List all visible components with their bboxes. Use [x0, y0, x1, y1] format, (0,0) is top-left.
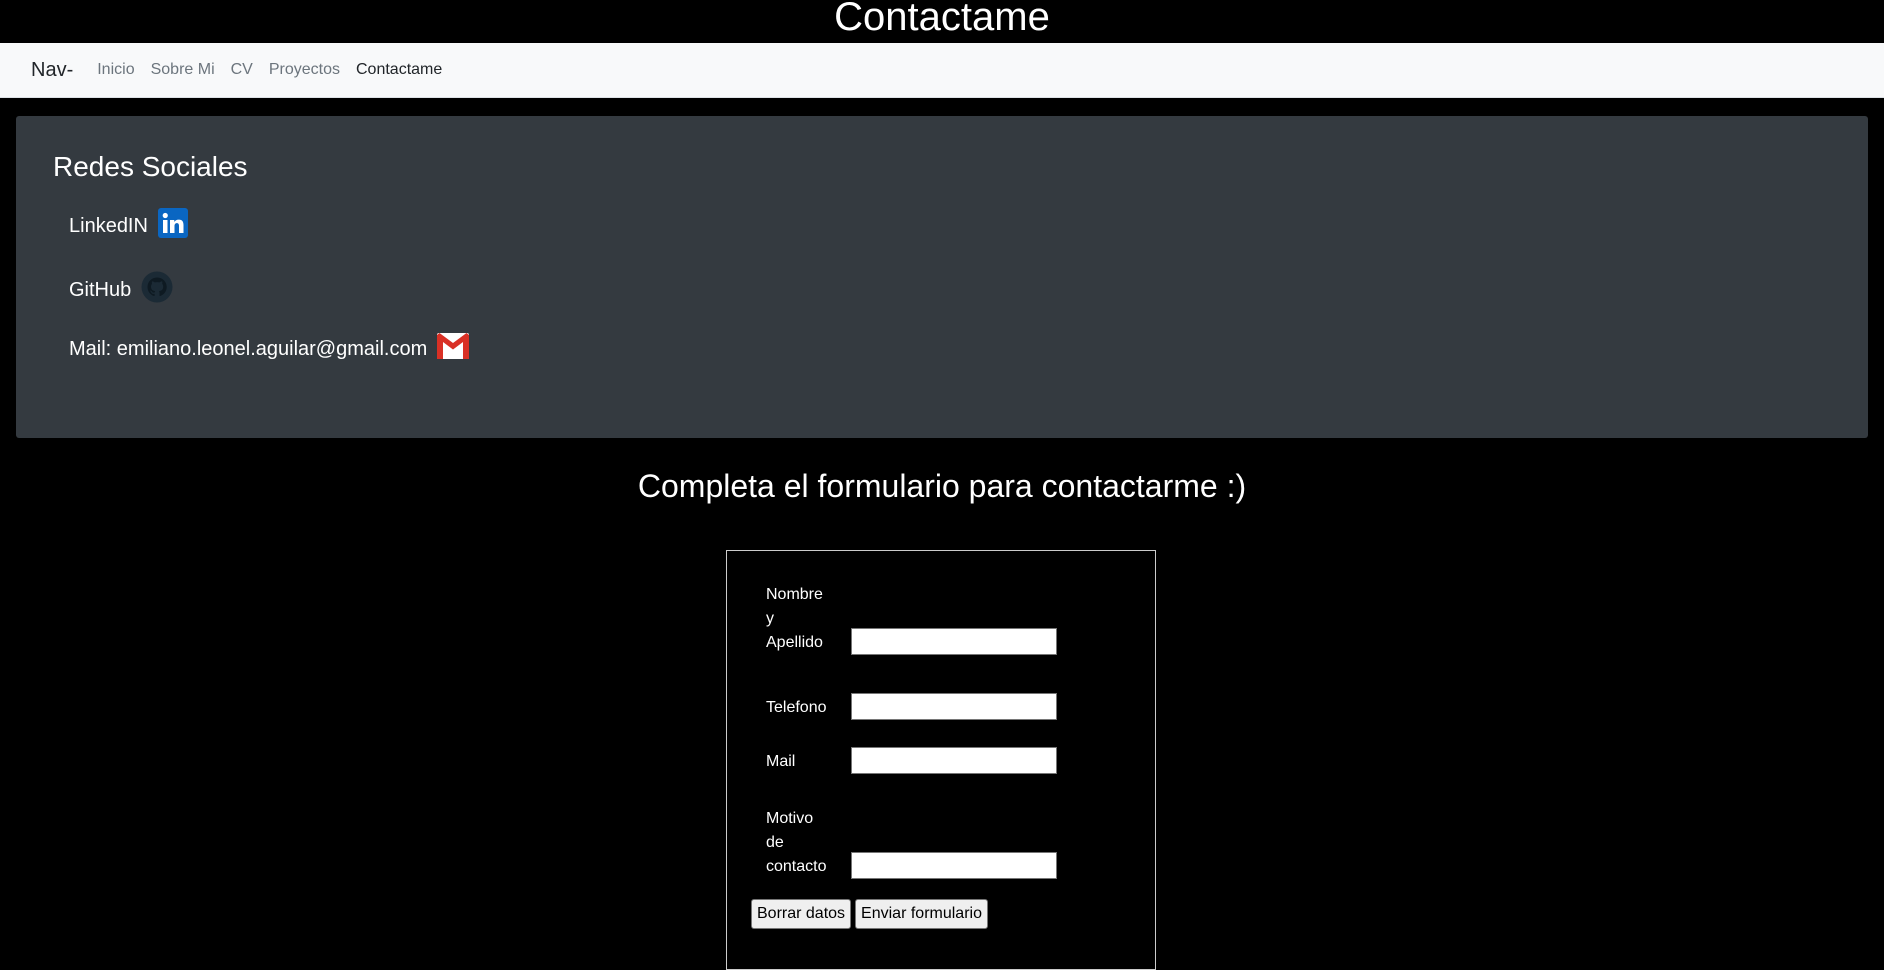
social-item-mail: Mail: emiliano.leonel.aguilar@gmail.com: [69, 333, 470, 365]
reset-button[interactable]: Borrar datos: [751, 899, 852, 929]
form-row-mail: Mail: [766, 747, 1057, 774]
page-title: Contactame: [834, 0, 1050, 39]
social-panel: Redes Sociales LinkedIN GitHub Mail: emi…: [16, 116, 1868, 438]
contact-form: Nombre y Apellido Telefono Mail Motivo d…: [726, 550, 1156, 970]
form-row-reason: Motivo de contacto: [766, 807, 1057, 879]
reason-label-line: contacto: [766, 858, 827, 875]
name-input[interactable]: [851, 628, 1057, 655]
name-label-line: Apellido: [766, 634, 823, 651]
mail-label: Mail: emiliano.leonel.aguilar@gmail.com: [69, 337, 428, 360]
reason-label-line: de: [766, 834, 784, 851]
nav-link-sobre-mi[interactable]: Sobre Mi: [151, 61, 215, 79]
social-item-github: GitHub: [69, 271, 173, 309]
phone-input[interactable]: [851, 693, 1057, 720]
reason-label-line: Motivo: [766, 810, 814, 827]
name-label: Nombre y Apellido: [766, 583, 851, 655]
submit-button[interactable]: Enviar formulario: [855, 899, 988, 929]
navbar: Nav- Inicio Sobre Mi CV Proyectos Contac…: [0, 43, 1884, 98]
nav-link-proyectos[interactable]: Proyectos: [269, 61, 340, 79]
name-label-line: Nombre: [766, 586, 823, 603]
github-label: GitHub: [69, 278, 132, 301]
mail-input[interactable]: [851, 747, 1057, 774]
form-title: Completa el formulario para contactarme …: [637, 468, 1247, 504]
form-row-phone: Telefono: [766, 693, 1057, 720]
github-icon[interactable]: [141, 271, 173, 309]
nav-link-inicio[interactable]: Inicio: [97, 61, 134, 79]
gmail-icon[interactable]: [437, 333, 470, 365]
nav-link-contactame[interactable]: Contactame: [356, 61, 442, 79]
form-buttons: Borrar datos Enviar formulario: [751, 899, 988, 929]
reason-input[interactable]: [851, 852, 1057, 879]
navbar-brand[interactable]: Nav-: [31, 59, 73, 82]
form-row-name: Nombre y Apellido: [766, 583, 1057, 655]
phone-label: Telefono: [766, 699, 827, 716]
mail-field-label: Mail: [766, 753, 796, 770]
social-item-linkedin: LinkedIN: [69, 208, 188, 244]
name-label-line: y: [766, 610, 774, 627]
reason-label: Motivo de contacto: [766, 807, 851, 879]
page-header: Contactame: [0, 0, 1884, 43]
social-title: Redes Sociales: [53, 151, 248, 182]
linkedin-icon[interactable]: [157, 208, 188, 244]
nav-link-cv[interactable]: CV: [231, 61, 253, 79]
linkedin-label: LinkedIN: [69, 214, 148, 237]
